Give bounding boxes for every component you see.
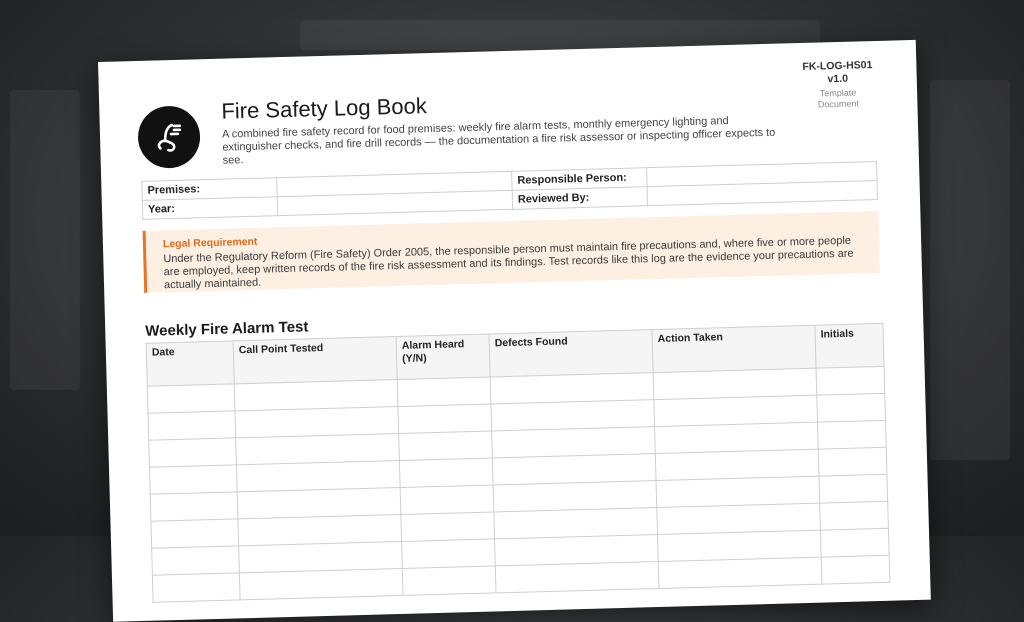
column-header: Initials — [814, 323, 885, 369]
plug-icon — [157, 123, 182, 152]
table-cell[interactable] — [397, 377, 491, 407]
table-cell[interactable] — [152, 572, 241, 603]
table-cell[interactable] — [148, 410, 236, 441]
table-cell[interactable] — [150, 491, 238, 522]
table-cell[interactable] — [402, 565, 497, 596]
table-cell[interactable] — [147, 383, 235, 414]
log-book-document: Fire Safety Log Book A combined fire saf… — [98, 39, 931, 622]
table-cell[interactable] — [495, 561, 659, 593]
column-header: Action Taken — [651, 325, 817, 373]
document-type: Template Document — [817, 87, 860, 110]
table-cell[interactable] — [819, 501, 889, 531]
info-table: Premises: Responsible Person: Year: Revi… — [141, 161, 878, 220]
table-cell[interactable] — [148, 437, 237, 468]
table-cell[interactable] — [821, 555, 890, 585]
table-cell[interactable] — [817, 420, 887, 450]
table-cell[interactable] — [818, 447, 887, 477]
background-blur — [10, 90, 80, 390]
document-code: FK-LOG-HS01 v1.0 — [802, 59, 873, 86]
table-cell[interactable] — [816, 393, 886, 423]
legal-requirement-callout: Legal Requirement Under the Regulatory R… — [142, 210, 880, 293]
table-cell[interactable] — [149, 464, 238, 495]
column-header: Alarm Heard (Y/N) — [396, 334, 491, 380]
table-cell[interactable] — [239, 568, 404, 600]
table-cell[interactable] — [818, 474, 888, 504]
page-title: Fire Safety Log Book — [221, 93, 428, 124]
table-cell[interactable] — [658, 557, 822, 589]
document-reference: FK-LOG-HS01 v1.0 Template Document — [802, 59, 873, 111]
table-cell[interactable] — [820, 528, 890, 558]
brand-logo — [137, 105, 201, 169]
table-cell[interactable] — [401, 538, 496, 569]
year-label: Year: — [142, 196, 278, 220]
fire-alarm-log-table: Date Call Point Tested Alarm Heard (Y/N)… — [146, 323, 891, 603]
table-cell[interactable] — [397, 403, 492, 434]
table-cell[interactable] — [399, 457, 494, 488]
table-cell[interactable] — [150, 518, 239, 549]
table-cell[interactable] — [151, 545, 240, 576]
table-cell[interactable] — [400, 511, 495, 542]
reviewed-by-label: Reviewed By: — [512, 186, 648, 210]
table-cell[interactable] — [398, 430, 493, 461]
table-cell[interactable] — [816, 366, 885, 396]
table-cell[interactable] — [400, 484, 494, 515]
column-header: Call Point Tested — [233, 336, 398, 384]
background-blur — [930, 80, 1010, 460]
column-header: Date — [146, 340, 235, 387]
column-header: Defects Found — [489, 329, 654, 378]
section-title: Weekly Fire Alarm Test — [145, 318, 309, 340]
